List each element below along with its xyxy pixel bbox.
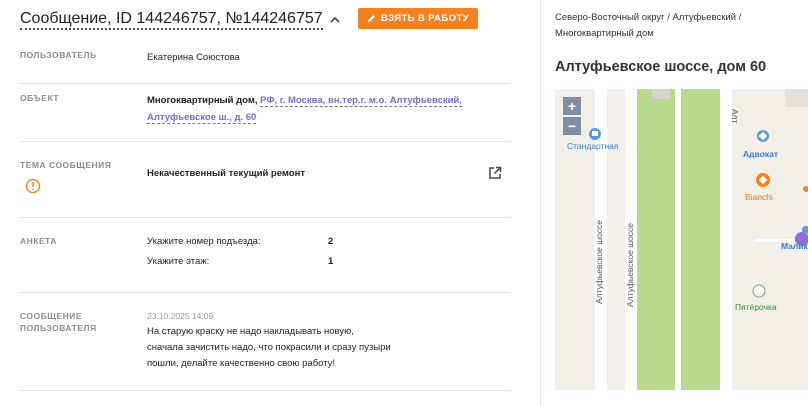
object-value: Многоквартирный дом, РФ, г. Москва, вн.т… (147, 92, 462, 126)
map[interactable]: Алтуфьевское шоссе Алтуфьевское шоссе Ал… (555, 89, 808, 390)
message-line: пошли, делайте качественно свою работу! (147, 358, 336, 369)
survey-label: АНКЕТА (20, 236, 57, 246)
poi-label-bianchi[interactable]: Bianchi (745, 192, 773, 202)
breadcrumb: Северо-Восточный округ / Алтуфьевский / … (555, 10, 805, 42)
street-label: Алтуфьевское шоссе (625, 223, 635, 307)
pencil-icon (367, 15, 375, 23)
message-text: На старую краску не надо накладывать нов… (147, 324, 437, 372)
warning-icon (25, 178, 41, 194)
user-row: ПОЛЬЗОВАТЕЛЬ Екатерина Союстова (20, 40, 510, 84)
address-title: Алтуфьевское шоссе, дом 60 (555, 59, 767, 75)
survey-row: АНКЕТА Укажите номер подъезда: 2 Укажите… (20, 218, 510, 293)
poi-label-advokat[interactable]: Адвокат (743, 149, 778, 159)
topic-value: Некачественный текущий ремонт (147, 168, 305, 179)
object-label: ОБЪЕКТ (20, 93, 60, 103)
svg-text:Алт: Алт (730, 109, 740, 124)
object-row: ОБЪЕКТ Многоквартирный дом, РФ, г. Москв… (20, 84, 510, 142)
user-value: Екатерина Союстова (147, 52, 240, 63)
message-row: СООБЩЕНИЕ ПОЛЬЗОВАТЕЛЯ 23.10.2025 14:09 … (20, 293, 510, 391)
street-label: Алтуфьевское шоссе (594, 220, 604, 304)
take-to-work-label: ВЗЯТЬ В РАБОТУ (381, 13, 469, 24)
take-to-work-button[interactable]: ВЗЯТЬ В РАБОТУ (358, 8, 478, 29)
message-panel: Сообщение, ID 144246757, №144246757 ВЗЯТ… (0, 0, 540, 406)
survey-question: Укажите этаж: (147, 256, 210, 267)
poi-label-standard[interactable]: Стандартная (567, 141, 619, 151)
message-label-2: ПОЛЬЗОВАТЕЛЯ (20, 323, 97, 333)
zoom-out-button[interactable]: − (563, 117, 581, 135)
message-line: сначала зачистить надо, что покрасили и … (147, 342, 391, 353)
message-title[interactable]: Сообщение, ID 144246757, №144246757 (20, 10, 323, 30)
breadcrumb-line[interactable]: Северо-Восточный округ / Алтуфьевский / (555, 12, 741, 23)
object-type: Многоквартирный дом, (147, 95, 258, 106)
topic-row: ТЕМА СООБЩЕНИЯ Некачественный текущий ре… (20, 142, 510, 218)
breadcrumb-line[interactable]: Многоквартирный дом (555, 28, 654, 39)
external-link-icon[interactable] (487, 165, 503, 181)
map-canvas[interactable]: Алтуфьевское шоссе Алтуфьевское шоссе Ал… (555, 89, 808, 390)
poi-label-pyaterochka[interactable]: Пятёрочка (735, 302, 777, 312)
chevron-up-icon[interactable] (329, 14, 341, 26)
survey-answer: 2 (328, 236, 334, 247)
object-side-panel: Северо-Восточный округ / Алтуфьевский / … (540, 0, 808, 406)
user-label: ПОЛЬЗОВАТЕЛЬ (20, 50, 97, 60)
object-address-link-2[interactable]: Алтуфьевское ш., д. 60 (147, 112, 257, 124)
survey-question: Укажите номер подъезда: (147, 236, 261, 247)
zoom-in-button[interactable]: + (563, 97, 581, 115)
message-date: 23.10.2025 14:09 (147, 311, 214, 321)
message-line: На старую краску не надо накладывать нов… (147, 326, 354, 337)
topic-label: ТЕМА СООБЩЕНИЯ (20, 160, 112, 170)
poi-label-malik[interactable]: Малик (781, 241, 808, 251)
message-header: Сообщение, ID 144246757, №144246757 (20, 8, 341, 32)
object-address-link-1[interactable]: РФ, г. Москва, вн.тер.г. м.о. Алтуфьевск… (260, 95, 462, 107)
survey-answer: 1 (328, 256, 334, 267)
